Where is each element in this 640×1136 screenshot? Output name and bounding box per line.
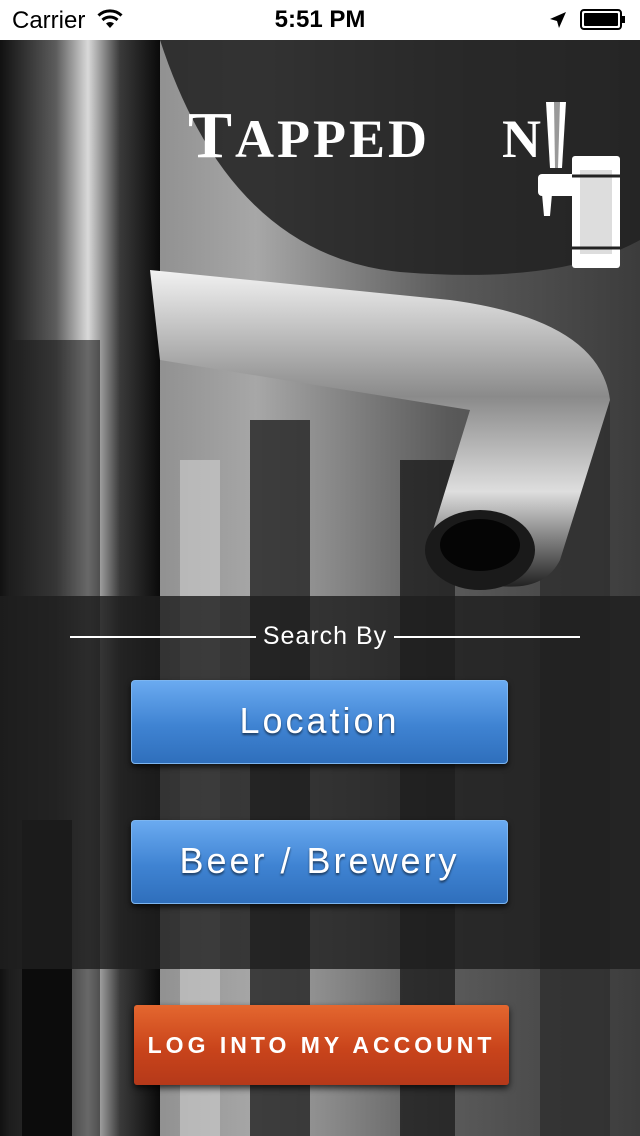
location-arrow-icon — [548, 10, 568, 35]
login-button[interactable]: LOG INTO MY ACCOUNT — [134, 1005, 509, 1085]
logo-wordmark: TAPPED N — [188, 98, 544, 174]
search-by-heading: Search By — [70, 616, 580, 656]
logo-initial-t: T — [188, 99, 236, 172]
divider — [394, 636, 580, 638]
search-by-beer-brewery-button[interactable]: Beer / Brewery — [131, 820, 508, 904]
search-panel: Search By Location Beer / Brewery — [0, 596, 640, 969]
clock: 5:51 PM — [274, 6, 366, 33]
logo-rest: APPED — [235, 109, 431, 169]
app-logo: TAPPED N — [0, 40, 640, 290]
beer-tap-icon — [524, 98, 624, 273]
search-by-location-button[interactable]: Location — [131, 680, 508, 764]
status-bar: Carrier 5:51 PM — [0, 0, 640, 40]
battery-icon — [580, 9, 626, 30]
